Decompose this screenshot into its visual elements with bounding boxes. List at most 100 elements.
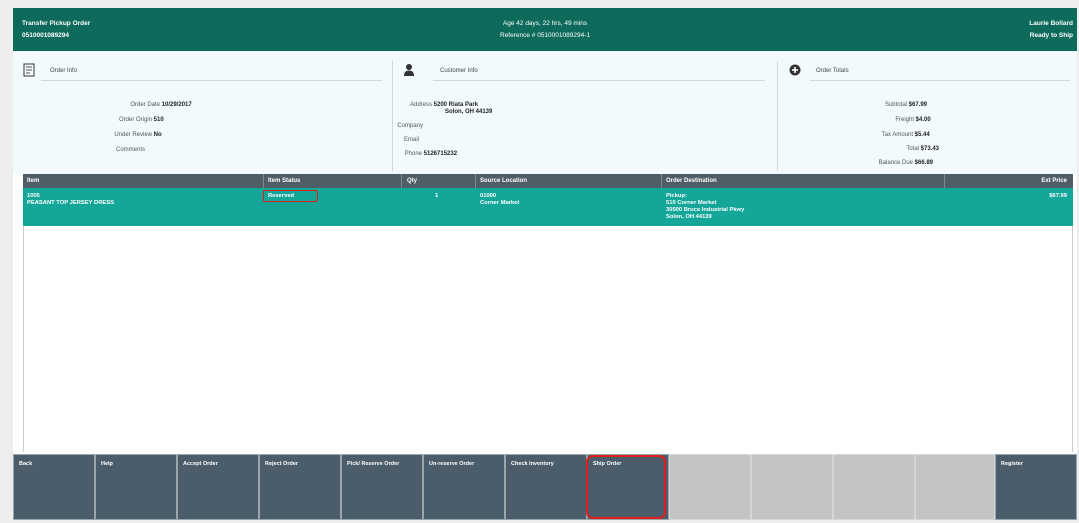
order-date-row: Order Date 10/29/2017 (13, 102, 192, 108)
under-review-value: No (153, 132, 162, 138)
balance-row: Balance Due $66.89 (778, 160, 933, 166)
total-value: $73.43 (920, 146, 940, 152)
unreserve-order-label: Un-reserve Order (429, 461, 475, 467)
pick-reserve-order-button[interactable]: Pick/ Reserve Order (341, 454, 423, 520)
address-label: Address (409, 102, 432, 108)
pick-reserve-order-label: Pick/ Reserve Order (347, 461, 400, 467)
column-header-ext-price[interactable]: Ext Price (1041, 178, 1067, 184)
column-header-source-location[interactable]: Source Location (480, 178, 527, 184)
transfer-pickup-order-screen: Transfer Pickup Order 0510001089294 Age … (13, 8, 1077, 520)
freight-label: Freight (895, 117, 914, 123)
reject-order-button[interactable]: Reject Order (259, 454, 341, 520)
comments-row: Comments (13, 147, 145, 153)
address-line2: Solon, OH 44139 (445, 109, 493, 115)
customer-info-panel: Customer Info Address 5200 Riata Park So… (393, 51, 773, 174)
order-reference: Reference # 0510001089294-1 (500, 32, 590, 39)
items-table-body (23, 226, 1073, 452)
destination-type: Pickup: (666, 193, 687, 199)
plus-circle-icon (789, 64, 801, 76)
order-age: Age 42 days, 22 hrs, 49 mins (502, 20, 588, 27)
customer-info-title: Customer Info (440, 68, 478, 74)
total-label: Total (906, 146, 919, 152)
order-destination-cell: Pickup: 510 Corner Market 30500 Bruce In… (666, 193, 744, 221)
order-origin-label: Order Origin (118, 117, 152, 123)
balance-label: Balance Due (878, 160, 913, 166)
check-inventory-button[interactable]: Check Inventory (505, 454, 587, 520)
freight-row: Freight $4.00 (778, 117, 931, 123)
divider (433, 80, 765, 81)
address-line2-row: Solon, OH 44139 (445, 109, 492, 115)
back-label: Back (19, 461, 33, 467)
subtotal-row: Subtotal $67.99 (778, 102, 927, 108)
order-origin-value: 510 (153, 117, 164, 123)
order-date-value: 10/29/2017 (161, 102, 192, 108)
divider (41, 80, 382, 81)
phone-row: Phone 5126715232 (393, 151, 457, 157)
items-table-header: Item Item Status Qty Source Location Ord… (23, 174, 1073, 188)
tax-label: Tax Amount (881, 132, 913, 138)
address-line1: 5200 Riata Park (433, 102, 479, 108)
tax-row: Tax Amount $5.44 (778, 132, 930, 138)
empty-toolbar-slot (915, 454, 995, 520)
subtotal-label: Subtotal (884, 102, 907, 108)
company-label: Company (397, 123, 423, 129)
document-icon (23, 63, 35, 77)
item-name: PEASANT TOP JERSEY DRESS (27, 200, 114, 206)
column-divider (944, 174, 945, 188)
accept-order-label: Accept Order (183, 461, 218, 467)
column-header-item[interactable]: Item (27, 178, 39, 184)
user-name: Laurie Bollard (1029, 20, 1073, 27)
ship-order-button[interactable]: Ship Order (587, 454, 669, 520)
ext-price-value: $67.99 (1049, 193, 1067, 199)
order-status: Ready to Ship (1029, 32, 1073, 39)
order-date-label: Order Date (130, 102, 160, 108)
column-divider (475, 174, 476, 188)
source-location-name: Corner Market (480, 200, 520, 206)
phone-label: Phone (404, 151, 422, 157)
empty-toolbar-slot (669, 454, 751, 520)
ship-order-label: Ship Order (593, 461, 622, 467)
table-row[interactable]: 1005 PEASANT TOP JERSEY DRESS Reserved 1… (23, 188, 1073, 226)
column-divider (661, 174, 662, 188)
help-label: Help (101, 461, 113, 467)
column-header-qty[interactable]: Qty (407, 178, 417, 184)
column-header-item-status[interactable]: Item Status (268, 178, 300, 184)
order-origin-row: Order Origin 510 (13, 117, 164, 123)
divider (810, 80, 1070, 81)
unreserve-order-button[interactable]: Un-reserve Order (423, 454, 505, 520)
tax-value: $5.44 (914, 132, 930, 138)
empty-toolbar-slot (833, 454, 915, 520)
freight-value: $4.00 (915, 117, 931, 123)
empty-toolbar-slot (751, 454, 833, 520)
status-highlight-box (263, 190, 318, 202)
back-button[interactable]: Back (13, 454, 95, 520)
phone-value: 5126715232 (423, 151, 458, 157)
order-header: Transfer Pickup Order 0510001089294 Age … (13, 8, 1077, 51)
source-location-id: 01000 (480, 193, 497, 199)
order-totals-panel: Order Totals Subtotal $67.99 Freight $4.… (778, 51, 1077, 174)
under-review-label: Under Review (114, 132, 152, 138)
order-info-panel: Order Info Order Date 10/29/2017 Order O… (13, 51, 389, 174)
column-divider (401, 174, 402, 188)
source-location-cell: 01000 Corner Market (480, 193, 519, 207)
address-row: Address 5200 Riata Park (393, 102, 478, 108)
register-label: Register (1001, 461, 1024, 467)
register-button[interactable]: Register (995, 454, 1077, 520)
comments-label: Comments (115, 147, 145, 153)
item-id: 1005 (27, 193, 40, 199)
action-toolbar: Back Help Accept Order Reject Order Pick… (13, 454, 1077, 520)
person-icon (404, 64, 414, 76)
column-divider (263, 174, 264, 188)
destination-address1: 30500 Bruce Industrial Pkwy (666, 207, 745, 213)
total-row: Total $73.43 (778, 146, 939, 152)
item-cell: 1005 PEASANT TOP JERSEY DRESS (27, 193, 114, 207)
destination-store: 510 Corner Market (666, 200, 717, 206)
reject-order-label: Reject Order (265, 461, 299, 467)
balance-value: $66.89 (914, 160, 934, 166)
check-inventory-label: Check Inventory (511, 461, 554, 467)
accept-order-button[interactable]: Accept Order (177, 454, 259, 520)
column-header-order-destination[interactable]: Order Destination (666, 178, 717, 184)
under-review-row: Under Review No (13, 132, 162, 138)
company-row: Company (393, 123, 423, 129)
help-button[interactable]: Help (95, 454, 177, 520)
